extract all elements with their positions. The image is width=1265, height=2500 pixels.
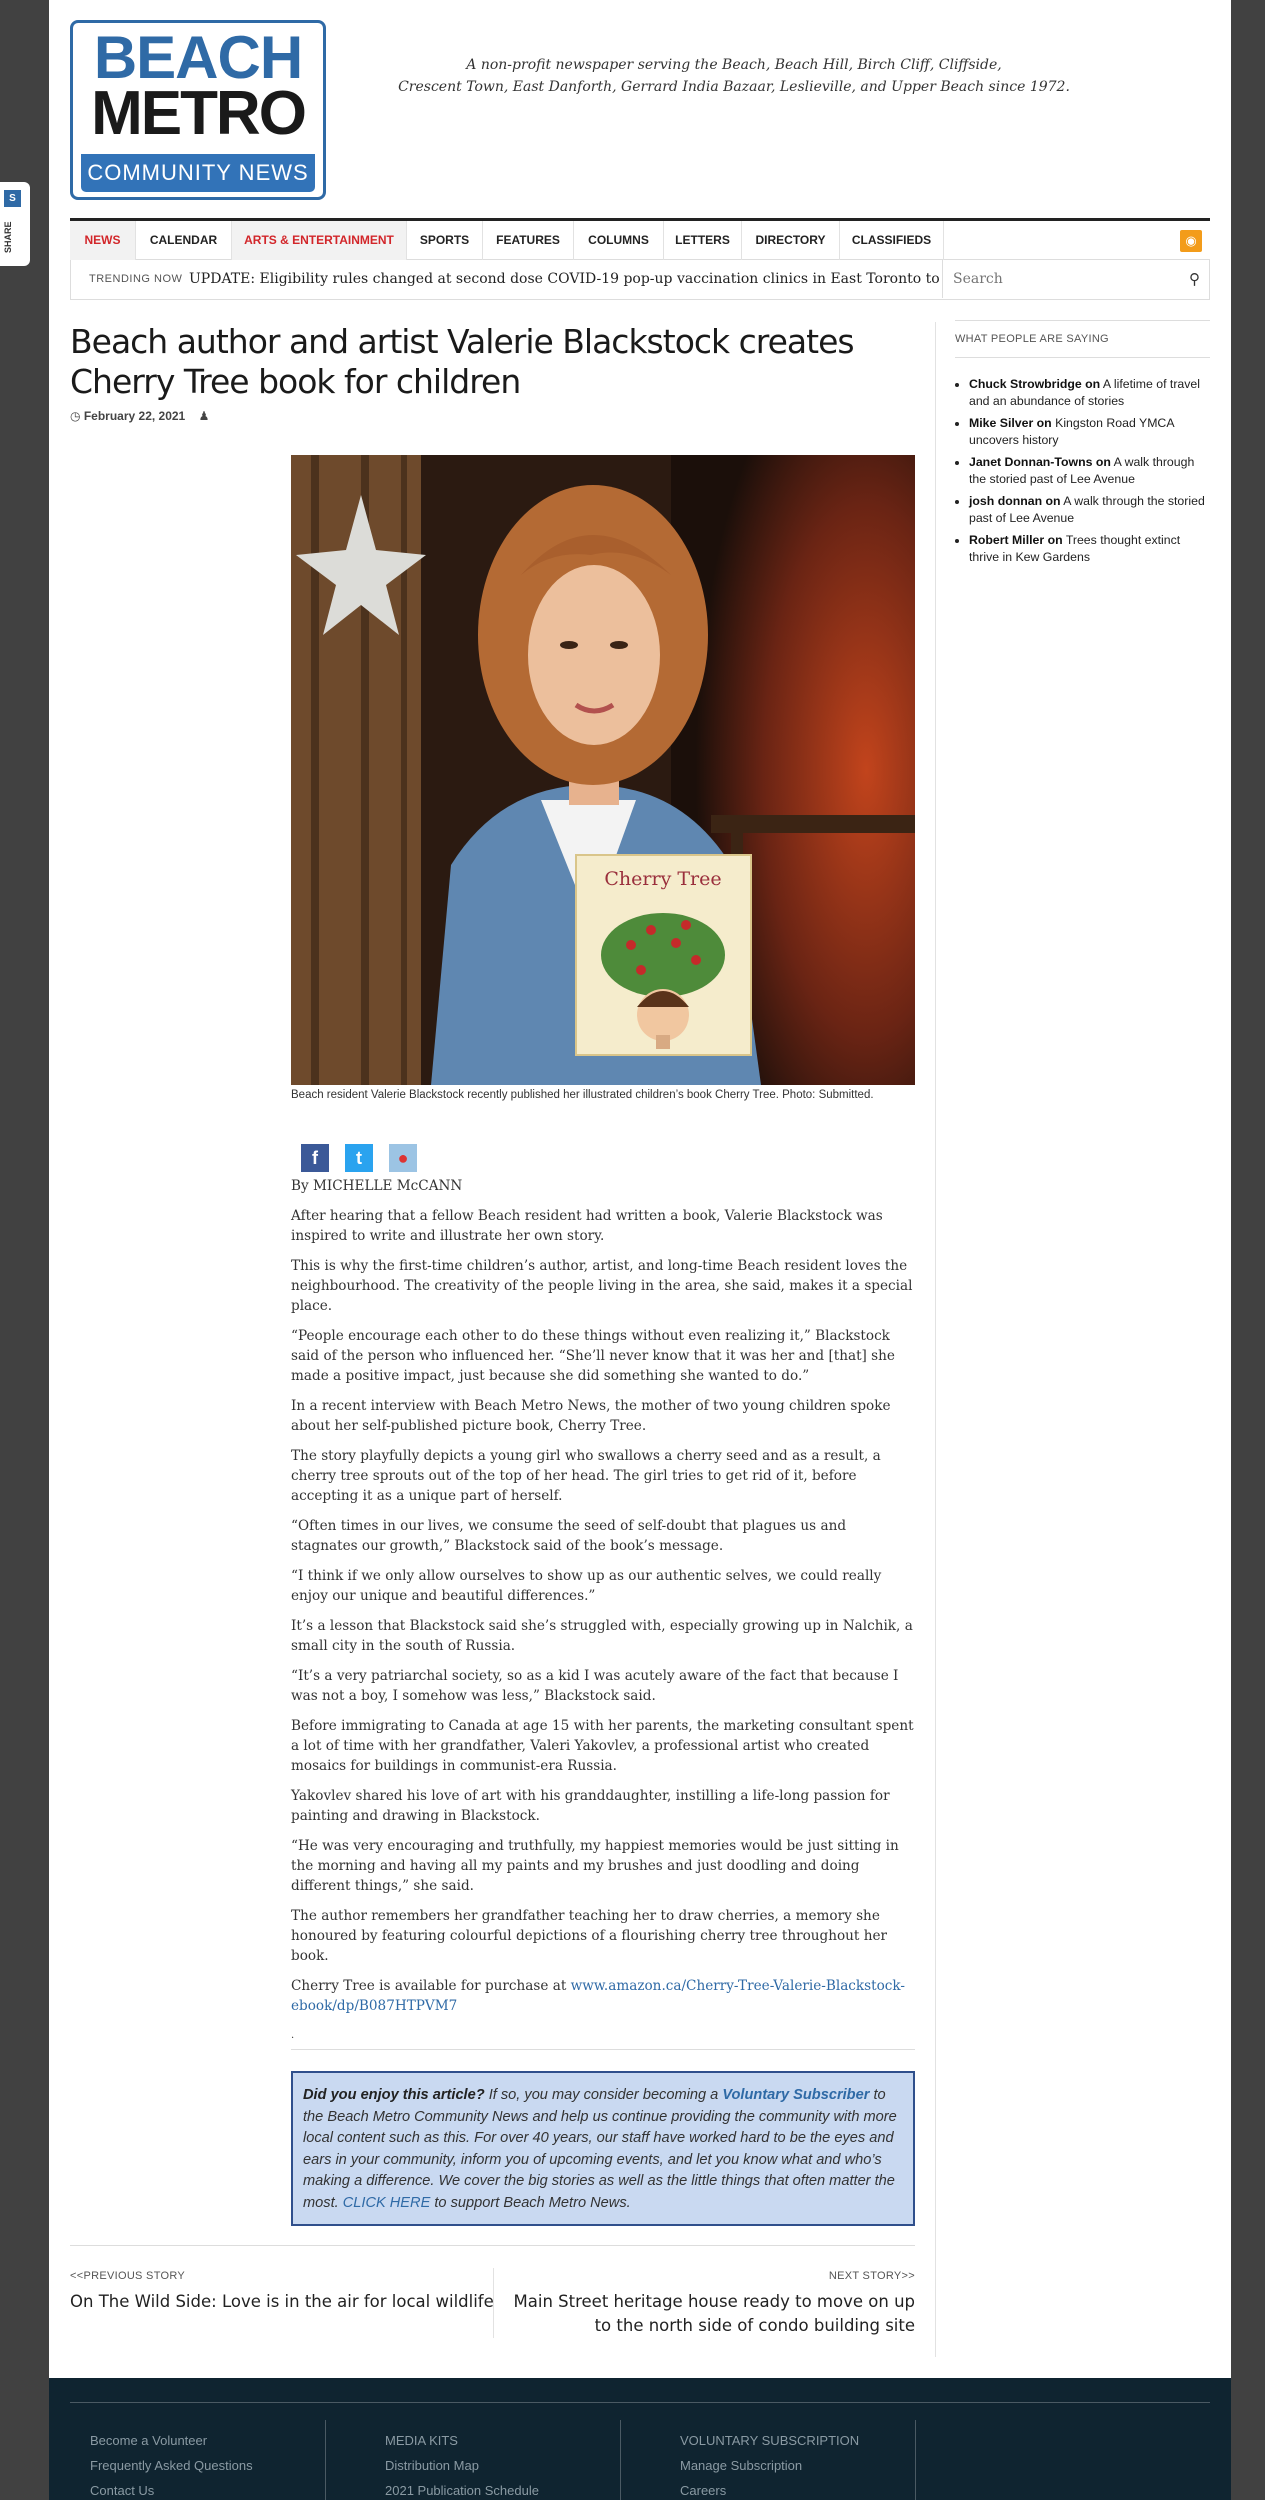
next-story-label: NEXT STORY>> (828, 2270, 915, 2282)
article-paragraph: It’s a lesson that Blackstock said she’s… (291, 1618, 913, 1654)
footer-link[interactable]: Careers (680, 2478, 859, 2500)
nav-item-sports[interactable]: SPORTS (407, 221, 483, 260)
share-logo-icon: S (4, 190, 21, 207)
next-story-link[interactable]: Main Street heritage house ready to move… (499, 2290, 915, 2338)
article-paragraph: Yakovlev shared his love of art with his… (291, 1788, 890, 1824)
twitter-icon[interactable]: t (345, 1144, 373, 1172)
story-nav-divider (493, 2268, 494, 2338)
footer-divider (70, 2402, 1210, 2403)
nav-item-directory[interactable]: DIRECTORY (742, 221, 840, 260)
voluntary-subscriber-link[interactable]: Voluntary Subscriber (722, 2087, 869, 2103)
sidebar-divider (935, 322, 936, 2357)
footer-separator (915, 2420, 916, 2500)
footer-link[interactable]: Contact Us (90, 2478, 253, 2500)
footer-link[interactable]: Manage Subscription (680, 2453, 859, 2478)
article-paragraph: After hearing that a fellow Beach reside… (291, 1208, 883, 1244)
article-paragraph: “Often times in our lives, we consume th… (291, 1518, 847, 1554)
footer: Become a Volunteer Frequently Asked Ques… (49, 2378, 1231, 2500)
trending-label: TRENDING NOW (89, 273, 183, 285)
footer-link[interactable]: Distribution Map (385, 2453, 539, 2478)
footer-link[interactable]: VOLUNTARY SUBSCRIPTION (680, 2428, 859, 2453)
footer-column-1: Become a Volunteer Frequently Asked Ques… (90, 2428, 253, 2500)
article-meta: ◷ February 22, 2021 ♟ (70, 409, 209, 423)
article-body: By MICHELLE McCANN After hearing that a … (291, 1176, 915, 2056)
nav-item-features[interactable]: FEATURES (483, 221, 574, 260)
nav-item-letters[interactable]: LETTERS (664, 221, 742, 260)
footer-separator (325, 2420, 326, 2500)
footer-column-3: VOLUNTARY SUBSCRIPTION Manage Subscripti… (680, 2428, 859, 2500)
nav-item-classifieds[interactable]: CLASSIFIEDS (840, 221, 944, 260)
nav-item-columns[interactable]: COLUMNS (574, 221, 664, 260)
subscriber-promo: Did you enjoy this article? If so, you m… (291, 2071, 915, 2226)
footer-link[interactable]: MEDIA KITS (385, 2428, 539, 2453)
comment-item: Mike Silver on Kingston Road YMCA uncove… (969, 415, 1210, 448)
comment-item: josh donnan on A walk through the storie… (969, 493, 1210, 526)
main-nav: NEWS CALENDAR ARTS & ENTERTAINMENT SPORT… (70, 218, 1210, 260)
article-paragraph: “He was very encouraging and truthfully,… (291, 1838, 899, 1894)
divider (291, 2049, 915, 2050)
recent-comments: Chuck Strowbridge on A lifetime of trave… (955, 376, 1210, 565)
article-paragraph: This is why the first-time children’s au… (291, 1258, 913, 1314)
trending-bar: TRENDING NOW UPDATE: Eligibility rules c… (70, 260, 1210, 300)
search-input[interactable] (953, 265, 1173, 293)
share-buttons: f t ● (301, 1144, 433, 1172)
site-logo[interactable]: BEACH METRO COMMUNITY NEWS (70, 20, 326, 200)
previous-story-link[interactable]: On The Wild Side: Love is in the air for… (70, 2290, 500, 2314)
site-tagline: A non-profit newspaper serving the Beach… (398, 57, 1070, 95)
article-date: February 22, 2021 (83, 409, 186, 423)
footer-link[interactable]: 2021 Publication Schedule (385, 2478, 539, 2500)
purchase-paragraph: Cherry Tree is available for purchase at… (291, 1978, 905, 2014)
footer-column-2: MEDIA KITS Distribution Map 2021 Publica… (385, 2428, 539, 2500)
svg-text:Cherry Tree: Cherry Tree (604, 868, 721, 890)
nav-item-arts[interactable]: ARTS & ENTERTAINMENT (232, 221, 407, 260)
comment-item: Janet Donnan-Towns on A walk through the… (969, 454, 1210, 487)
footer-separator (620, 2420, 621, 2500)
article-paragraph: In a recent interview with Beach Metro N… (291, 1398, 891, 1434)
trailing-dot: . (291, 2030, 295, 2041)
share-tab-label: SHARE (3, 221, 13, 253)
article-paragraph: “People encourage each other to do these… (291, 1328, 895, 1384)
article-paragraph: “It’s a very patriarchal society, so as … (291, 1668, 899, 1704)
divider (70, 2245, 915, 2246)
comment-item: Robert Miller on Trees thought extinct t… (969, 532, 1210, 565)
article-paragraph: The story playfully depicts a young girl… (291, 1448, 881, 1504)
article-paragraph: The author remembers her grandfather tea… (291, 1908, 888, 1964)
clock-icon: ◷ (70, 409, 81, 423)
article-photo: Cherry Tree (291, 455, 915, 1085)
article-paragraph: “I think if we only allow ourselves to s… (291, 1568, 882, 1604)
footer-link[interactable]: Frequently Asked Questions (90, 2453, 253, 2478)
byline: By MICHELLE McCANN (291, 1178, 463, 1194)
share-tab[interactable]: S SHARE (0, 182, 30, 266)
comment-item: Chuck Strowbridge on A lifetime of trave… (969, 376, 1210, 409)
trending-headline[interactable]: UPDATE: Eligibility rules changed at sec… (189, 260, 940, 299)
reddit-icon[interactable]: ● (389, 1144, 417, 1172)
search-box: ⚲ (942, 260, 1210, 298)
previous-story-label: <<PREVIOUS STORY (70, 2270, 186, 2282)
sidebar-heading: WHAT PEOPLE ARE SAYING (955, 320, 1210, 358)
article-title: Beach author and artist Valerie Blacksto… (70, 322, 855, 401)
promo-lead: Did you enjoy this article? (303, 2087, 485, 2103)
nav-item-news[interactable]: NEWS (70, 221, 136, 260)
nav-item-calendar[interactable]: CALENDAR (136, 221, 232, 260)
search-icon[interactable]: ⚲ (1189, 270, 1200, 288)
author-icon[interactable]: ♟ (199, 409, 210, 423)
facebook-icon[interactable]: f (301, 1144, 329, 1172)
click-here-link[interactable]: CLICK HERE (343, 2195, 431, 2211)
photo-caption: Beach resident Valerie Blackstock recent… (291, 1089, 874, 1101)
sidebar: WHAT PEOPLE ARE SAYING Chuck Strowbridge… (955, 320, 1210, 571)
rss-icon[interactable]: ◉ (1180, 230, 1202, 252)
page: BEACH METRO COMMUNITY NEWS A non-profit … (49, 0, 1231, 2378)
article-paragraph: Before immigrating to Canada at age 15 w… (291, 1718, 914, 1774)
photo-illustration: Cherry Tree (291, 455, 915, 1085)
footer-link[interactable]: Become a Volunteer (90, 2428, 253, 2453)
